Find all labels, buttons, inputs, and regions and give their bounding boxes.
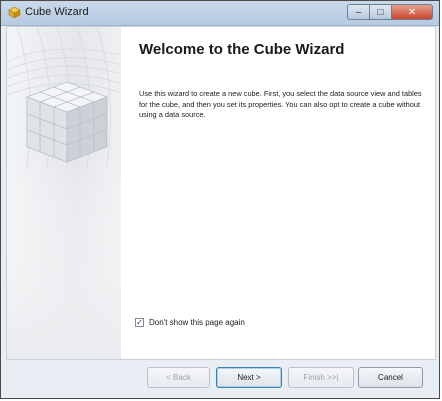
- close-button[interactable]: ✕: [391, 4, 433, 20]
- cancel-button[interactable]: Cancel: [358, 367, 423, 388]
- cube-wizard-icon: [8, 6, 21, 19]
- maximize-icon: □: [377, 6, 384, 18]
- dont-show-again-checkbox[interactable]: ✓: [135, 318, 144, 327]
- page-description: Use this wizard to create a new cube. Fi…: [139, 89, 422, 119]
- cube-grid-graphic: [7, 27, 121, 359]
- cube-wizard-window: Cube Wizard – □ ✕ Welcome to the Cube Wi…: [0, 0, 440, 399]
- minimize-icon: –: [355, 6, 362, 18]
- close-icon: ✕: [407, 6, 417, 18]
- dont-show-again-option[interactable]: ✓ Don't show this page again: [135, 318, 245, 327]
- next-button[interactable]: Next >: [216, 367, 282, 388]
- maximize-button[interactable]: □: [369, 4, 391, 20]
- page-heading: Welcome to the Cube Wizard: [139, 41, 345, 58]
- title-bar[interactable]: Cube Wizard – □ ✕: [1, 1, 439, 26]
- window-title: Cube Wizard: [25, 6, 89, 18]
- finish-button[interactable]: Finish >>|: [288, 367, 354, 388]
- minimize-button[interactable]: –: [347, 4, 369, 20]
- dont-show-again-label[interactable]: Don't show this page again: [149, 318, 245, 327]
- caption-buttons: – □ ✕: [347, 4, 433, 20]
- check-icon: ✓: [136, 317, 143, 327]
- wizard-side-banner: [7, 27, 121, 359]
- wizard-page: Welcome to the Cube Wizard Use this wiza…: [6, 26, 436, 360]
- back-button[interactable]: < Back: [147, 367, 210, 388]
